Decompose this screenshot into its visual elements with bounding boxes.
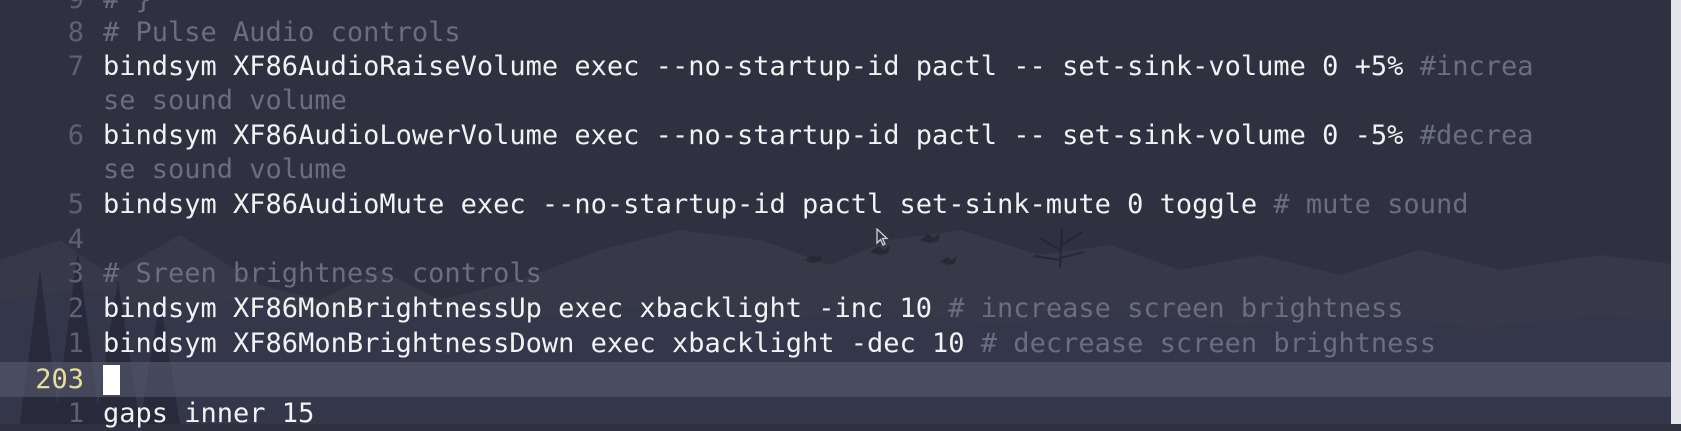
- line-number: 1: [67, 398, 84, 429]
- line-number: 6: [67, 120, 84, 151]
- code-line: 7 bindsym XF86AudioRaiseVolume exec --no…: [0, 49, 1681, 84]
- text-cursor: [103, 365, 120, 395]
- code-comment: # decrease screen brightness: [980, 328, 1436, 359]
- code-line: 1 gaps inner 15: [0, 396, 1681, 431]
- code-line: 5 bindsym XF86AudioMute exec --no-startu…: [0, 187, 1681, 222]
- mouse-pointer-icon: [876, 228, 889, 246]
- code-comment: # Sreen brightness controls: [103, 258, 542, 289]
- code-line: 1 bindsym XF86MonBrightnessDown exec xba…: [0, 326, 1681, 361]
- code-comment: se sound volume: [103, 85, 347, 116]
- code-line: 3 # Sreen brightness controls: [0, 256, 1681, 291]
- code-line: 6 bindsym XF86AudioLowerVolume exec --no…: [0, 118, 1681, 153]
- code-text: bindsym XF86MonBrightnessUp exec xbackli…: [103, 293, 949, 324]
- line-number: 2: [67, 293, 84, 324]
- code-text: bindsym XF86MonBrightnessDown exec xback…: [103, 328, 981, 359]
- code-comment: # mute sound: [1273, 189, 1469, 220]
- code-line-wrapped: se sound volume: [0, 83, 1681, 118]
- line-number: 4: [67, 224, 84, 255]
- code-text: bindsym XF86AudioLowerVolume exec --no-s…: [103, 120, 1420, 151]
- code-text: bindsym XF86AudioRaiseVolume exec --no-s…: [103, 51, 1420, 82]
- code-text: gaps inner 15: [103, 398, 315, 429]
- line-number: 5: [67, 189, 84, 220]
- line-number: 1: [67, 328, 84, 359]
- line-number: 7: [67, 51, 84, 82]
- code-line: 4: [0, 222, 1681, 257]
- line-number: 8: [67, 17, 84, 48]
- code-line: 2 bindsym XF86MonBrightnessUp exec xback…: [0, 291, 1681, 326]
- window-edge: [1671, 0, 1681, 424]
- current-line[interactable]: 203: [0, 362, 1681, 397]
- line-number: 3: [67, 258, 84, 289]
- code-comment: se sound volume: [103, 154, 347, 185]
- current-line-number: 203: [35, 364, 84, 395]
- vim-editor[interactable]: 9 # } 8 # Pulse Audio controls 7 bindsym…: [0, 0, 1681, 429]
- code-line-wrapped: se sound volume: [0, 152, 1681, 187]
- code-text: bindsym XF86AudioMute exec --no-startup-…: [103, 189, 1274, 220]
- code-line: 8 # Pulse Audio controls: [0, 15, 1681, 50]
- code-comment: #decrea: [1419, 120, 1534, 151]
- code-comment: # Pulse Audio controls: [103, 17, 461, 48]
- code-comment: #increa: [1419, 51, 1534, 82]
- code-comment: # increase screen brightness: [948, 293, 1404, 324]
